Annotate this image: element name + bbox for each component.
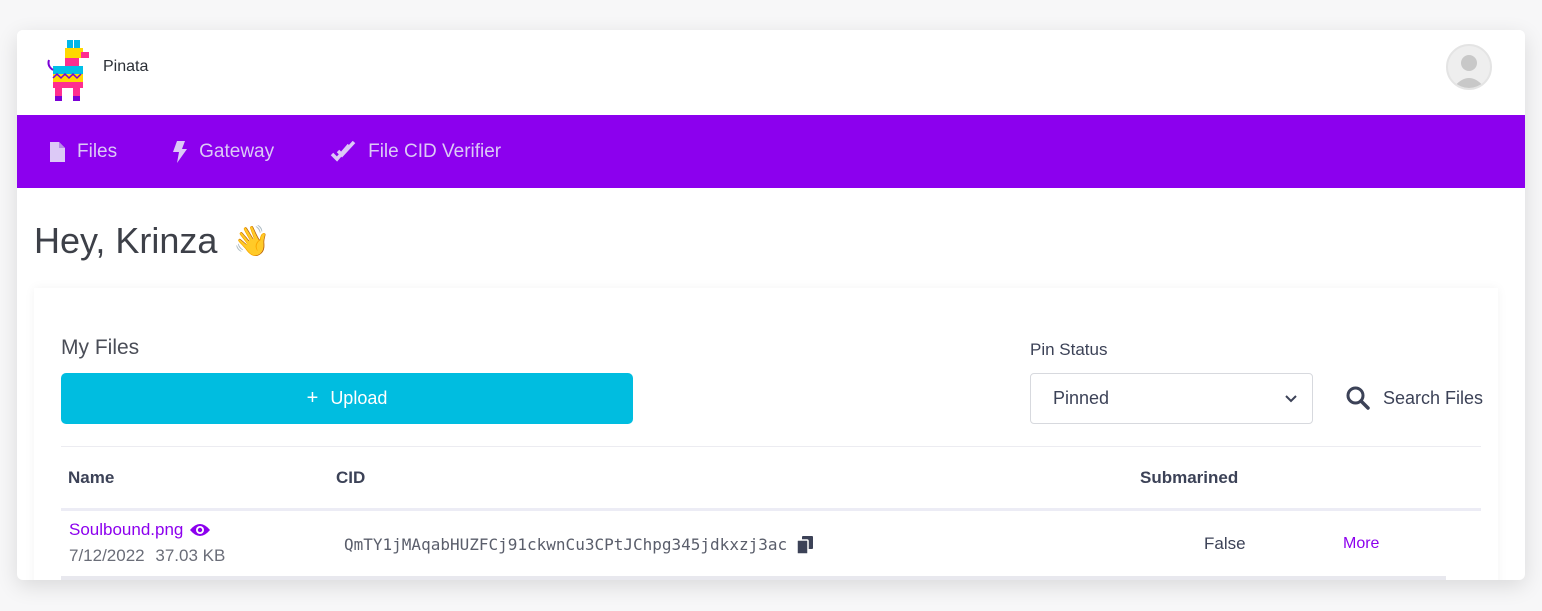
column-header-name[interactable]: Name <box>68 468 114 488</box>
upload-label: Upload <box>330 388 388 408</box>
column-header-submarined[interactable]: Submarined <box>1140 468 1238 488</box>
files-title: My Files <box>61 336 140 359</box>
nav-item-label: Gateway <box>199 140 275 162</box>
column-header-cid[interactable]: CID <box>336 468 365 488</box>
greeting-text: Hey, Krinza <box>34 220 218 261</box>
divider <box>61 576 1446 580</box>
user-icon <box>1453 55 1485 88</box>
pin-status-value: Pinned <box>1053 388 1110 408</box>
top-bar: Pinata <box>17 30 1525 115</box>
waving-hand-icon: 👋 <box>233 224 271 258</box>
double-check-icon <box>330 140 356 162</box>
nav-item-label: File CID Verifier <box>368 140 502 162</box>
divider <box>61 446 1481 447</box>
upload-button[interactable]: + Upload <box>61 373 633 424</box>
nav-item-files[interactable]: Files <box>49 141 117 163</box>
pinata-logo-icon[interactable] <box>45 38 91 104</box>
submarined-value: False <box>1204 534 1246 553</box>
plus-icon: + <box>306 387 319 409</box>
pin-status-label: Pin Status <box>1030 340 1108 359</box>
file-size: 37.03 KB <box>155 546 226 565</box>
main-nav: Files Gateway File CID Verifier <box>17 115 1525 188</box>
nav-item-file-cid-verifier[interactable]: File CID Verifier <box>330 140 502 163</box>
nav-item-gateway[interactable]: Gateway <box>173 140 275 163</box>
search-icon <box>1346 386 1370 410</box>
file-cid: QmTY1jMAqabHUZFCj91ckwnCu3CPtJChpg345jdk… <box>344 535 814 554</box>
eye-icon[interactable] <box>189 522 211 538</box>
pin-status-select[interactable]: Pinned <box>1030 373 1313 424</box>
bolt-icon <box>173 140 188 163</box>
file-name-link[interactable]: Soulbound.png <box>69 520 211 540</box>
nav-item-label: Files <box>77 140 118 162</box>
app-window: Pinata Files Gateway File CID Verifier H… <box>17 30 1525 580</box>
divider <box>61 508 1481 511</box>
file-date: 7/12/2022 <box>69 546 145 565</box>
file-icon <box>50 141 65 162</box>
cid-value: QmTY1jMAqabHUZFCj91ckwnCu3CPtJChpg345jdk… <box>344 535 788 554</box>
search-files-button[interactable]: Search Files <box>1345 385 1483 411</box>
more-link[interactable]: More <box>1343 535 1379 553</box>
copy-icon[interactable] <box>797 535 814 554</box>
search-files-label: Search Files <box>1383 387 1484 408</box>
app-title: Pinata <box>103 58 149 75</box>
chevron-down-icon <box>1285 395 1297 403</box>
greeting: Hey, Krinza 👋 <box>34 220 271 262</box>
file-meta: 7/12/2022 37.03 KB <box>69 546 225 566</box>
file-name: Soulbound.png <box>69 520 184 539</box>
user-avatar[interactable] <box>1446 44 1492 90</box>
